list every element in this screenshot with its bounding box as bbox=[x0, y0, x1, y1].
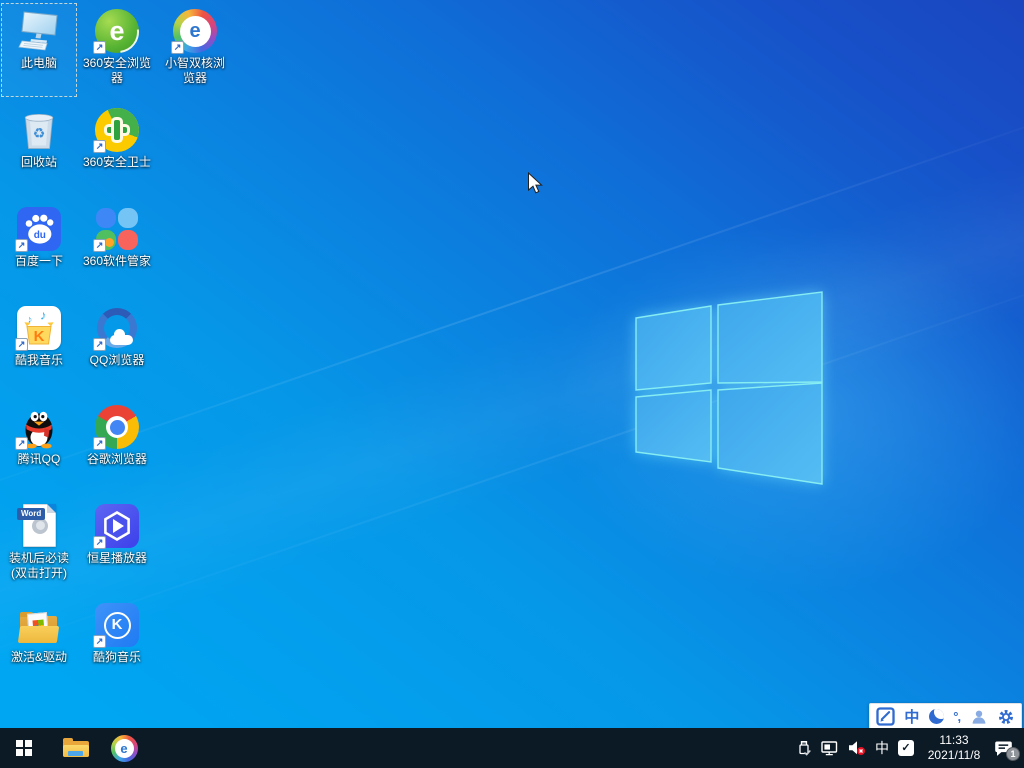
desktop-icon-label: 360安全卫士 bbox=[82, 155, 152, 169]
volume-muted-icon[interactable] bbox=[848, 740, 866, 756]
start-button[interactable] bbox=[0, 728, 48, 768]
desktop-icon-activation-drivers[interactable]: 激活&驱动 bbox=[1, 597, 77, 691]
play-icon bbox=[113, 519, 124, 533]
svg-text:♻: ♻ bbox=[33, 125, 46, 141]
folder-icon bbox=[63, 737, 89, 759]
windows-logo bbox=[635, 291, 823, 485]
folder-icon bbox=[17, 603, 61, 647]
clock-date: 2021/11/8 bbox=[927, 748, 981, 762]
shortcut-arrow-icon: ↗ bbox=[15, 437, 28, 450]
person-icon bbox=[972, 710, 985, 724]
desktop-icon-360-safety-guard[interactable]: ↗ 360安全卫士 bbox=[79, 102, 155, 196]
system-tray: 中 ✓ 11:33 2021/11/8 1 bbox=[796, 728, 1024, 768]
svg-text:K: K bbox=[34, 328, 45, 345]
desktop-icon-kuwo-music[interactable]: ♪ ♪ K ↗ 酷我音乐 bbox=[1, 300, 77, 394]
taskbar-clock[interactable]: 11:33 2021/11/8 bbox=[923, 733, 985, 763]
ime-chinese-mode-button[interactable]: 中 bbox=[904, 706, 919, 728]
ime-language-bar[interactable]: 中 °, bbox=[869, 703, 1022, 730]
desktop-icon-readme-doc[interactable]: Word 装机后必读(双击打开) bbox=[1, 498, 77, 592]
shortcut-arrow-icon: ↗ bbox=[15, 338, 28, 351]
word-badge: Word bbox=[17, 508, 46, 520]
windows-start-icon bbox=[16, 740, 32, 756]
desktop-icon-label: 谷歌浏览器 bbox=[86, 452, 147, 466]
gear-icon bbox=[998, 709, 1013, 724]
taskbar: e 中 ✓ 11:33 2021/11/8 1 bbox=[0, 728, 1024, 768]
desktop-icon-label: 腾讯QQ bbox=[17, 452, 61, 466]
page-fold bbox=[47, 504, 56, 513]
shortcut-arrow-icon: ↗ bbox=[171, 41, 184, 54]
desktop-icon-label: 恒星播放器 bbox=[86, 551, 147, 565]
mouse-cursor bbox=[528, 172, 543, 194]
ime-logo-button[interactable] bbox=[876, 706, 895, 728]
shortcut-arrow-icon: ↗ bbox=[93, 536, 106, 549]
desktop-icon-star-player[interactable]: ↗ 恒星播放器 bbox=[79, 498, 155, 592]
cloud-shape bbox=[110, 329, 133, 345]
desktop-icon-label: 激活&驱动 bbox=[10, 650, 67, 664]
browser-taskbar-button[interactable]: e bbox=[104, 728, 144, 768]
browser-icon: e bbox=[110, 734, 138, 762]
ime-settings-button[interactable] bbox=[997, 706, 1015, 728]
recycle-bin-icon: ♻ bbox=[17, 108, 61, 152]
clock-time: 11:33 bbox=[939, 733, 969, 747]
svg-text:♪: ♪ bbox=[40, 308, 47, 323]
this-pc-icon bbox=[17, 9, 61, 53]
moon-icon bbox=[928, 709, 944, 724]
shortcut-arrow-icon: ↗ bbox=[93, 140, 106, 153]
desktop-icon-label: QQ浏览器 bbox=[89, 353, 145, 367]
word-document-icon: Word bbox=[17, 504, 56, 547]
network-icon[interactable] bbox=[821, 740, 839, 756]
desktop-icon-tencent-qq[interactable]: ↗ 腾讯QQ bbox=[1, 399, 77, 493]
desktop-icon-this-pc[interactable]: 此电脑 bbox=[1, 3, 77, 97]
desktop-icon-label: 装机后必读(双击打开) bbox=[8, 551, 69, 580]
ime-punctuation-button[interactable]: °, bbox=[953, 706, 961, 728]
tray-ime-indicator[interactable]: 中 bbox=[875, 728, 889, 768]
shortcut-arrow-icon: ↗ bbox=[93, 239, 106, 252]
action-center-button[interactable]: 1 bbox=[994, 740, 1020, 761]
desktop-icon-xiaozhi-browser[interactable]: e ↗ 小智双核浏览器 bbox=[157, 3, 233, 97]
desktop-icon-label: 小智双核浏览器 bbox=[164, 56, 225, 85]
notification-count-badge: 1 bbox=[1006, 746, 1020, 761]
desktop-icon-label: 回收站 bbox=[20, 155, 57, 169]
desktop-icon-recycle-bin[interactable]: ♻ 回收站 bbox=[1, 102, 77, 196]
desktop-icon-kugou-music[interactable]: K ↗ 酷狗音乐 bbox=[79, 597, 155, 691]
ime-user-button[interactable] bbox=[970, 706, 988, 728]
desktop-icon-label: 酷我音乐 bbox=[14, 353, 63, 367]
shortcut-arrow-icon: ↗ bbox=[93, 437, 106, 450]
desktop-icon-360-browser[interactable]: e ↗ 360安全浏览器 bbox=[79, 3, 155, 97]
desktop-icon-baidu[interactable]: du ↗ 百度一下 bbox=[1, 201, 77, 295]
ime-fullwidth-moon-button[interactable] bbox=[928, 706, 944, 728]
desktop-icon-label: 此电脑 bbox=[20, 56, 57, 70]
shortcut-arrow-icon: ↗ bbox=[93, 41, 106, 54]
shortcut-arrow-icon: ↗ bbox=[93, 338, 106, 351]
desktop-icon-label: 360软件管家 bbox=[82, 254, 152, 268]
svg-text:du: du bbox=[34, 230, 46, 241]
desktop-icon-label: 百度一下 bbox=[14, 254, 63, 268]
desktop-icon-chrome[interactable]: ↗ 谷歌浏览器 bbox=[79, 399, 155, 493]
doc-logo bbox=[32, 518, 48, 534]
usb-remove-hardware-icon[interactable] bbox=[796, 740, 812, 757]
shortcut-arrow-icon: ↗ bbox=[15, 239, 28, 252]
desktop-icon-label: 360安全浏览器 bbox=[82, 56, 152, 85]
desktop-icon-qq-browser[interactable]: ↗ QQ浏览器 bbox=[79, 300, 155, 394]
file-explorer-button[interactable] bbox=[56, 728, 96, 768]
shortcut-arrow-icon: ↗ bbox=[93, 635, 106, 648]
desktop-icon-label: 酷狗音乐 bbox=[92, 650, 141, 664]
desktop-icon-360-software-manager[interactable]: ↗ 360软件管家 bbox=[79, 201, 155, 295]
360-tray-icon[interactable]: ✓ bbox=[898, 740, 914, 756]
